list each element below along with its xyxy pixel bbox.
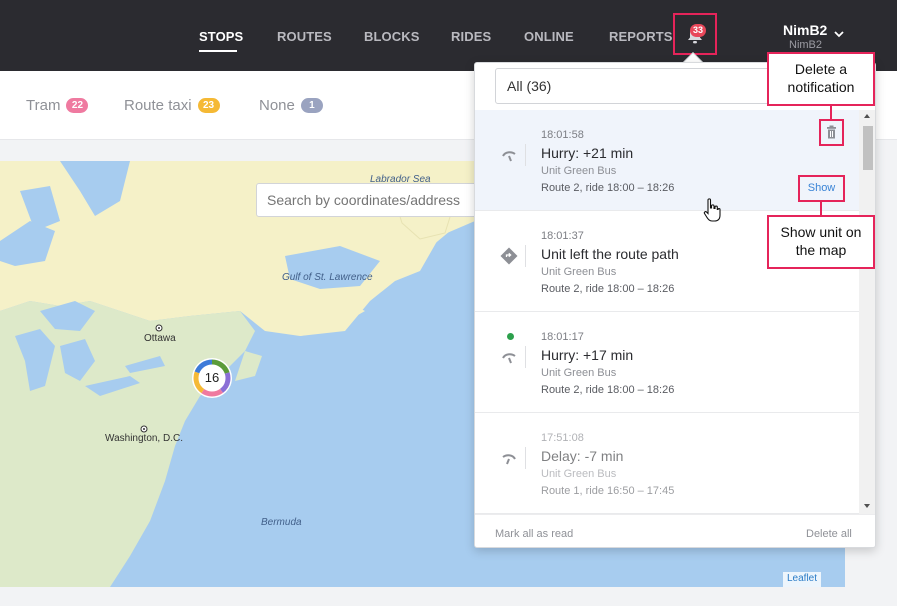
filter-none[interactable]: None 1	[259, 97, 323, 114]
callout-connector	[820, 202, 822, 215]
notification-unit: Unit Green Bus	[541, 367, 617, 379]
notification-time: 18:01:17	[541, 331, 584, 343]
panel-footer: Mark all as read Delete all	[475, 514, 875, 548]
notification-route: Route 2, ride 18:00 – 18:26	[541, 384, 675, 396]
notification-unit: Unit Green Bus	[541, 468, 617, 480]
callout-show-unit: Show unit on the map	[767, 215, 875, 269]
callout-delete-notification: Delete a notification	[767, 52, 875, 106]
delete-notification-button[interactable]	[819, 119, 844, 146]
notification-time: 18:01:58	[541, 129, 584, 141]
trash-icon	[827, 125, 836, 139]
scroll-down-arrow-icon[interactable]	[864, 504, 870, 508]
map-label-ottawa: Ottawa	[144, 333, 176, 344]
notification-title: Hurry: +17 min	[541, 347, 634, 363]
filter-count-badge: 22	[66, 98, 89, 113]
nav-tab-stops[interactable]: STOPS	[199, 29, 243, 44]
nav-tab-reports[interactable]: REPORTS	[609, 29, 673, 44]
notification-title: Hurry: +21 min	[541, 145, 634, 161]
notification-item[interactable]: 18:01:17 Hurry: +17 min Unit Green Bus R…	[475, 312, 859, 413]
notifications-panel: All (36) 18:01:58 Hurry: +21 min Unit Gr…	[474, 62, 876, 548]
user-login: NimB2	[789, 39, 823, 51]
nav-tab-online[interactable]: ONLINE	[524, 29, 574, 44]
cluster-count: 16	[204, 370, 220, 385]
notification-unit: Unit Green Bus	[541, 165, 617, 177]
filter-label: None	[259, 97, 295, 114]
callout-connector	[830, 106, 832, 119]
map-label-bermuda: Bermuda	[261, 517, 302, 528]
separator	[525, 245, 526, 267]
scroll-thumb[interactable]	[863, 126, 873, 170]
filter-label: Route taxi	[124, 97, 192, 114]
city-marker-icon	[155, 324, 163, 332]
user-name[interactable]: NimB2	[783, 22, 827, 38]
notification-route: Route 1, ride 16:50 – 17:45	[541, 485, 675, 497]
notification-title: Unit left the route path	[541, 246, 679, 262]
show-unit-on-map-button[interactable]: Show	[798, 175, 845, 202]
scroll-up-arrow-icon[interactable]	[864, 114, 870, 118]
notification-unit: Unit Green Bus	[541, 266, 617, 278]
separator	[525, 144, 526, 166]
notification-time: 18:01:37	[541, 230, 584, 242]
delete-all-link[interactable]: Delete all	[806, 528, 852, 540]
notification-item[interactable]: 17:51:08 Delay: -7 min Unit Green Bus Ro…	[475, 413, 859, 514]
chevron-down-icon[interactable]	[834, 31, 844, 38]
separator	[525, 447, 526, 469]
hand-cursor-icon	[703, 198, 721, 222]
notification-title: Delay: -7 min	[541, 448, 624, 464]
notification-scrollbar[interactable]	[859, 110, 875, 514]
filter-route-taxi[interactable]: Route taxi 23	[124, 97, 220, 114]
notification-list[interactable]: 18:01:58 Hurry: +21 min Unit Green Bus R…	[475, 110, 859, 514]
filter-count-badge: 1	[300, 98, 323, 113]
unread-indicator	[507, 333, 514, 340]
hurry-icon	[502, 151, 516, 162]
notification-count-badge: 33	[690, 24, 706, 37]
leaflet-attribution-link[interactable]: Leaflet	[783, 572, 822, 587]
nav-tab-routes[interactable]: ROUTES	[277, 29, 332, 44]
delay-icon	[502, 454, 516, 465]
notification-item[interactable]: 18:01:58 Hurry: +21 min Unit Green Bus R…	[475, 110, 859, 211]
notification-route: Route 2, ride 18:00 – 18:26	[541, 283, 675, 295]
map-label-gulf: Gulf of St. Lawrence	[282, 272, 373, 283]
filter-label: Tram	[26, 97, 61, 114]
map-label-washington: Washington, D.C.	[105, 433, 183, 444]
mark-all-read-link[interactable]: Mark all as read	[495, 528, 573, 540]
separator	[525, 346, 526, 368]
top-navigation-bar: STOPS ROUTES BLOCKS RIDES ONLINE REPORTS…	[0, 0, 897, 71]
nav-tab-blocks[interactable]: BLOCKS	[364, 29, 420, 44]
notification-route: Route 2, ride 18:00 – 18:26	[541, 182, 675, 194]
notification-time: 17:51:08	[541, 432, 584, 444]
route-deviation-icon	[500, 247, 518, 265]
active-tab-indicator	[199, 50, 237, 52]
hurry-icon	[502, 353, 516, 364]
filter-count-badge: 23	[197, 98, 220, 113]
bottom-strip	[0, 587, 897, 606]
filter-tram[interactable]: Tram 22	[26, 97, 89, 114]
city-marker-icon	[140, 425, 148, 433]
unit-cluster-marker[interactable]: 16	[190, 356, 234, 400]
map-search-input[interactable]	[256, 183, 486, 217]
nav-tab-rides[interactable]: RIDES	[451, 29, 491, 44]
